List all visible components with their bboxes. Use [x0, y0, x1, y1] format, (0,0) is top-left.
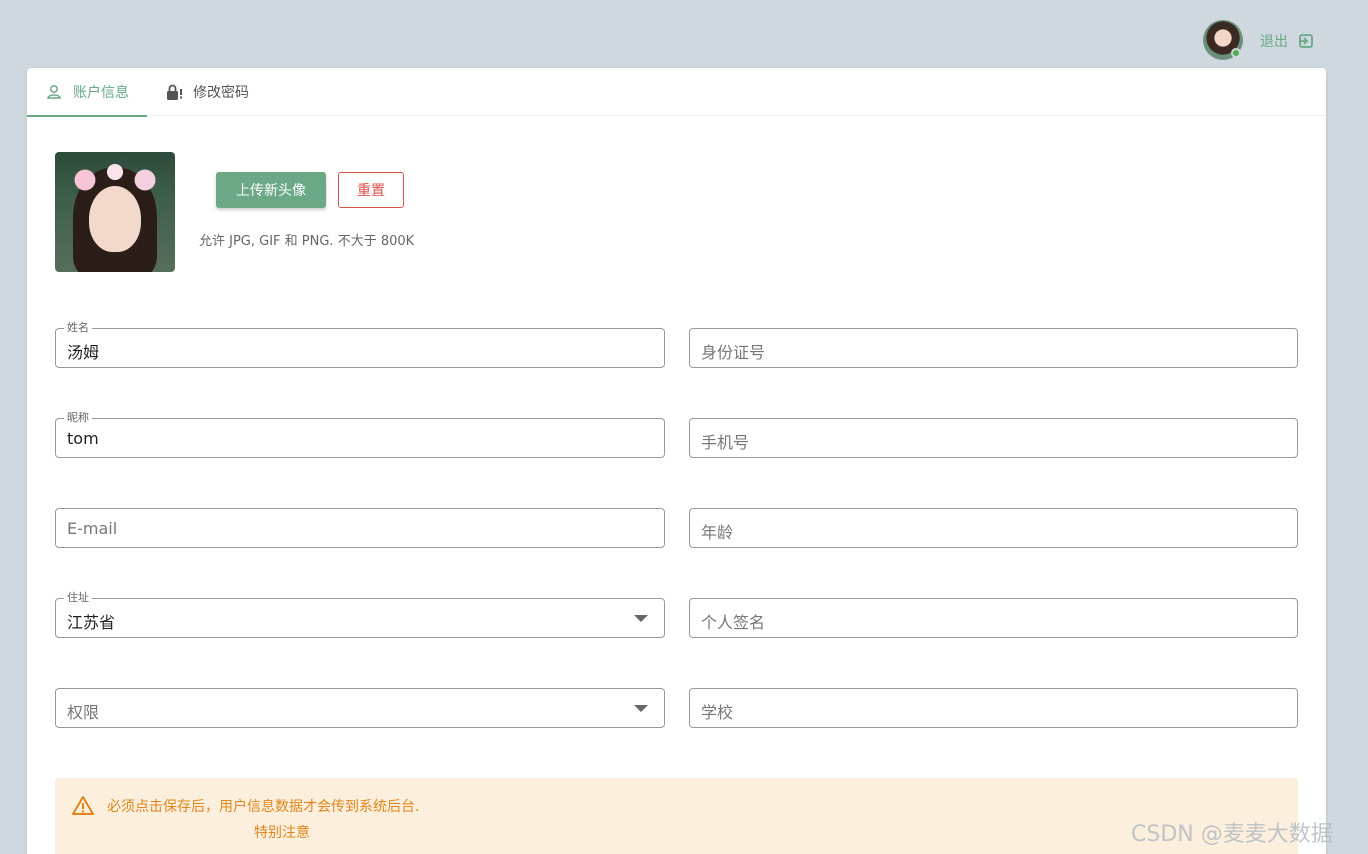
- lock-alert-icon: [167, 84, 182, 100]
- chevron-down-icon: [634, 615, 648, 622]
- tab-bar: 账户信息 修改密码: [27, 68, 1326, 117]
- school-field[interactable]: 学校: [689, 688, 1298, 728]
- account-card: 账户信息 修改密码 上传新头像 重置 允许 JPG, GIF 和 PNG. 不大…: [27, 68, 1326, 854]
- phone-placeholder: 手机号: [701, 433, 750, 452]
- tab-account-info[interactable]: 账户信息: [27, 68, 147, 117]
- name-field-label: 姓名: [64, 321, 92, 335]
- nickname-field[interactable]: 昵称 tom: [55, 411, 665, 458]
- tab-change-password[interactable]: 修改密码: [147, 68, 267, 116]
- tab-change-password-label: 修改密码: [193, 85, 249, 101]
- logout-label: 退出: [1260, 34, 1288, 50]
- upload-avatar-button[interactable]: 上传新头像: [216, 172, 326, 208]
- school-placeholder: 学校: [701, 703, 734, 722]
- signature-field[interactable]: 个人签名: [689, 598, 1298, 638]
- address-select-label: 住址: [64, 591, 92, 605]
- phone-field[interactable]: 手机号: [689, 418, 1298, 458]
- permission-select[interactable]: 权限: [55, 688, 665, 728]
- watermark: CSDN @麦麦大数据: [1131, 822, 1333, 847]
- alert-subtext: 特别注意: [254, 825, 310, 841]
- logout-icon: [1299, 34, 1313, 48]
- upload-hint-text: 允许 JPG, GIF 和 PNG. 不大于 800K: [199, 234, 415, 249]
- online-status-indicator: [1231, 48, 1241, 58]
- alert-message: 必须点击保存后，用户信息数据才会传到系统后台.: [107, 799, 420, 815]
- chevron-down-icon: [634, 705, 648, 712]
- email-field[interactable]: E-mail: [55, 508, 665, 548]
- address-select[interactable]: 住址 江苏省: [55, 591, 665, 638]
- permission-placeholder: 权限: [67, 703, 100, 722]
- save-warning-alert: 必须点击保存后，用户信息数据才会传到系统后台. 特别注意: [55, 778, 1298, 854]
- nickname-field-label: 昵称: [64, 411, 92, 425]
- name-field-value: 汤姆: [67, 343, 100, 362]
- profile-picture: [55, 152, 175, 272]
- warning-icon: [72, 796, 94, 815]
- name-field[interactable]: 姓名 汤姆: [55, 321, 665, 368]
- person-outline-icon: [47, 85, 61, 99]
- logout-button[interactable]: 退出: [1260, 31, 1314, 51]
- signature-placeholder: 个人签名: [701, 613, 766, 632]
- address-select-value: 江苏省: [67, 613, 116, 632]
- email-placeholder: E-mail: [67, 519, 118, 538]
- age-field[interactable]: 年龄: [689, 508, 1298, 548]
- age-placeholder: 年龄: [701, 523, 734, 542]
- id-card-field[interactable]: 身份证号: [689, 328, 1298, 368]
- tab-account-info-label: 账户信息: [73, 85, 129, 101]
- nickname-field-value: tom: [67, 429, 99, 448]
- id-card-placeholder: 身份证号: [701, 343, 766, 362]
- reset-avatar-button[interactable]: 重置: [338, 172, 404, 208]
